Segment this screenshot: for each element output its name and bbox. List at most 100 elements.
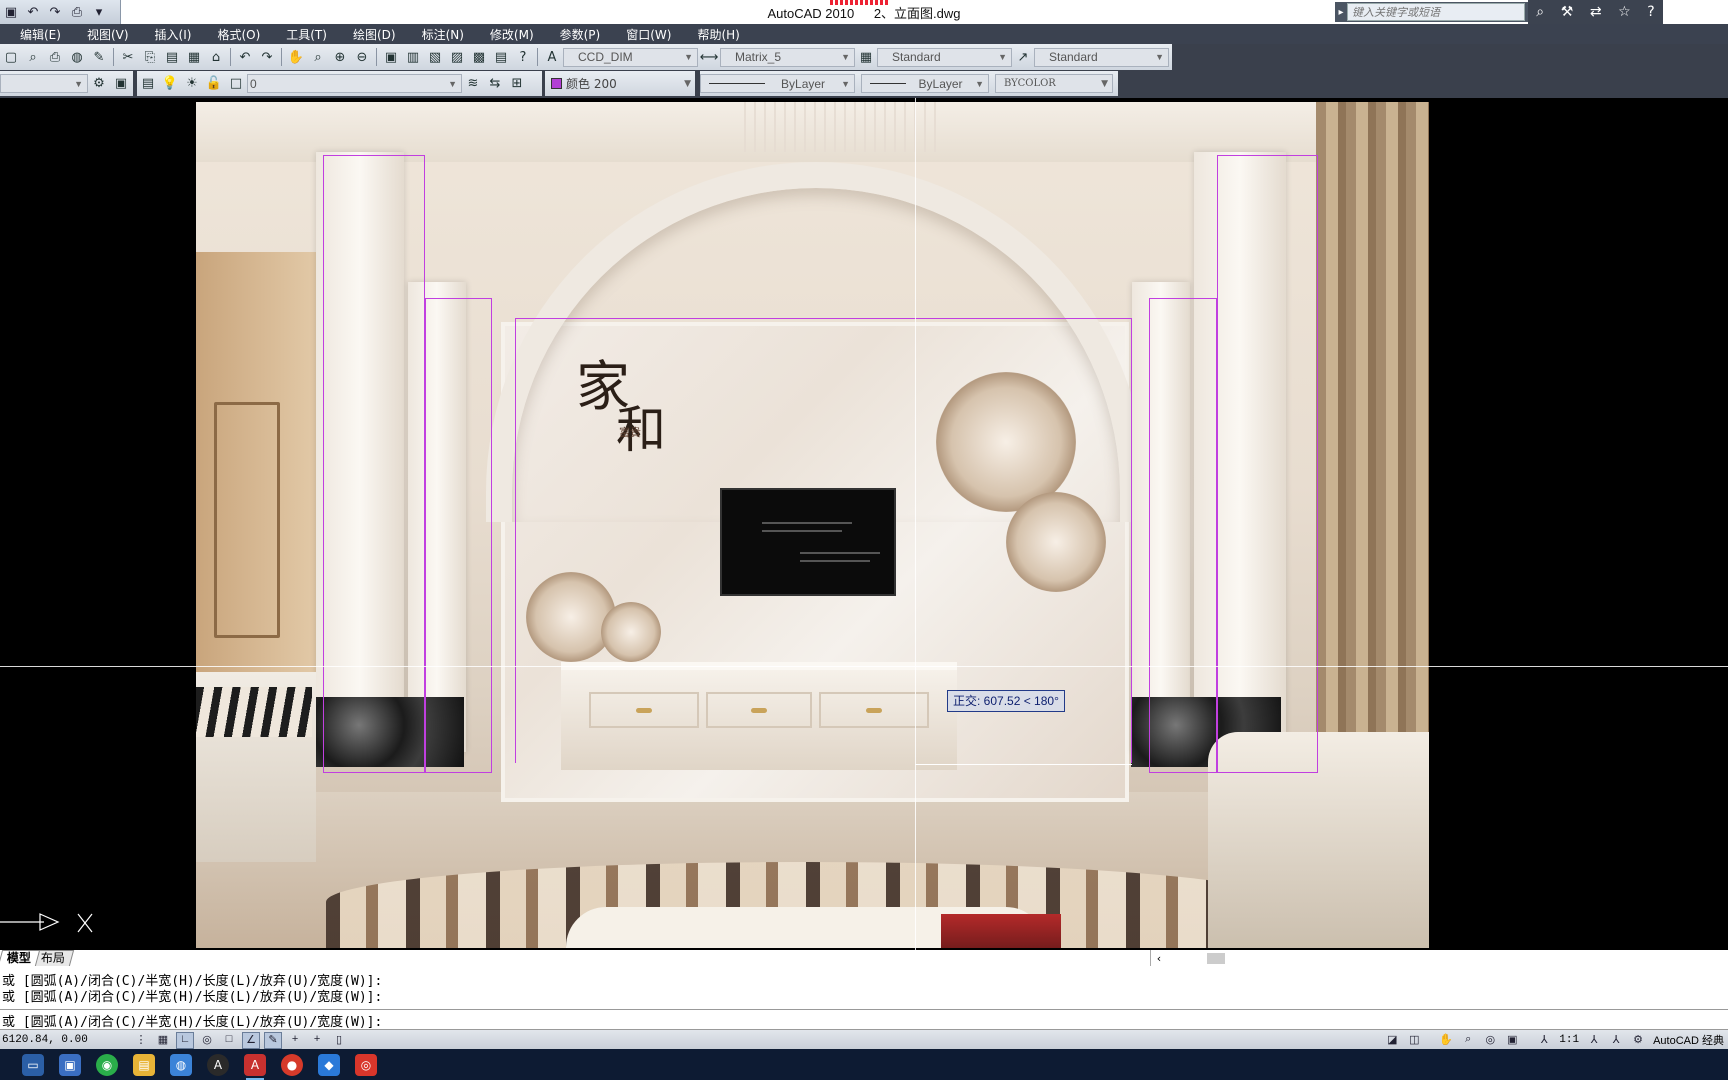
steering-wheel-icon[interactable]: ◎ [1481, 1032, 1499, 1049]
layer-state-icon[interactable]: ⊞ [508, 75, 526, 93]
matchprop-icon[interactable]: ▦ [185, 48, 203, 66]
workspace-switch[interactable]: AutoCAD 经典 [1653, 1032, 1724, 1048]
command-prompt[interactable]: 或 [圆弧(A)/闭合(C)/半宽(H)/长度(L)/放弃(U)/宽度(W)]: [2, 1011, 382, 1030]
polar-icon[interactable]: ◎ [198, 1032, 216, 1049]
undo-icon[interactable]: ↶ [236, 48, 254, 66]
publish-icon[interactable]: ◍ [68, 48, 86, 66]
workspace-settings-icon[interactable]: ▣ [112, 75, 130, 93]
multileader-style-select[interactable]: Standard ▼ [1034, 47, 1169, 67]
autocad-icon[interactable]: A [244, 1053, 266, 1080]
layer-manager-icon[interactable]: ▤ [139, 75, 157, 93]
print-icon[interactable]: ⎙ [68, 3, 86, 21]
workspace-select[interactable]: ▼ [0, 74, 88, 93]
osnap-icon[interactable]: □ [220, 1032, 238, 1049]
multileader-style-icon[interactable]: ↗ [1014, 48, 1032, 66]
otrack-icon[interactable]: ∠ [242, 1031, 260, 1049]
menu-dimension[interactable]: 标注(N) [422, 26, 464, 43]
menu-parametric[interactable]: 参数(P) [560, 26, 601, 43]
showmotion-icon[interactable]: ▣ [1503, 1032, 1521, 1049]
grid-icon[interactable]: ▦ [154, 1032, 172, 1049]
scroll-left-icon[interactable]: ‹ [1151, 952, 1167, 965]
star-icon[interactable]: ☆ [1618, 4, 1631, 20]
pan-icon[interactable]: ✋ [1437, 1032, 1455, 1049]
menu-insert[interactable]: 插入(I) [155, 26, 192, 43]
linetype-select[interactable]: ByLayer ▼ [700, 74, 855, 93]
calculator-icon[interactable]: ▤ [492, 48, 510, 66]
layer-previous-icon[interactable]: ⇆ [486, 75, 504, 93]
wrench-icon[interactable]: ⚒ [1561, 4, 1574, 20]
coordinate-readout[interactable]: 6120.84, 0.00 [0, 1034, 130, 1046]
horizontal-scrollbar[interactable]: ‹ [1150, 950, 1728, 966]
text-style-select[interactable]: CCD_DIM ▼ [563, 47, 698, 67]
help-icon[interactable]: ? [514, 48, 532, 66]
help-icon[interactable]: ? [1647, 4, 1654, 20]
plotstyle-select[interactable]: BYCOLOR ▼ [995, 74, 1113, 93]
redo-icon[interactable]: ↷ [46, 3, 64, 21]
new-icon[interactable]: ▢ [2, 48, 20, 66]
table-style-icon[interactable]: ▦ [857, 48, 875, 66]
zoom-icon[interactable]: ⌕ [1459, 1032, 1477, 1049]
annotation-visibility-icon[interactable]: ⅄ [1585, 1032, 1603, 1049]
annotation-scale[interactable]: 1:1 [1559, 1034, 1579, 1046]
app-c-icon[interactable]: ◎ [355, 1053, 377, 1076]
pan-icon[interactable]: ✋ [287, 48, 305, 66]
tool-palettes-icon[interactable]: ▧ [426, 48, 444, 66]
layout-icon[interactable]: ◫ [1405, 1032, 1423, 1049]
dropdown-icon[interactable]: ▾ [90, 3, 108, 21]
menu-view[interactable]: 视图(V) [87, 26, 129, 43]
zoom-realtime-icon[interactable]: ⌕ [309, 48, 327, 66]
search-expand-icon[interactable]: ▸ [1335, 7, 1347, 18]
menu-help[interactable]: 帮助(H) [697, 26, 739, 43]
dyn-icon[interactable]: + [286, 1032, 304, 1049]
binoculars-icon[interactable]: ⌕ [1536, 4, 1544, 20]
recorder-icon[interactable]: ● [281, 1053, 303, 1076]
table-style-select[interactable]: Standard ▼ [877, 47, 1012, 67]
dim-style-select[interactable]: Matrix_5 ▼ [720, 47, 855, 67]
color-control[interactable]: 颜色 200 ▼ [545, 71, 695, 96]
copy-icon[interactable]: ⎘ [141, 48, 159, 66]
cut-icon[interactable]: ✂ [119, 48, 137, 66]
dim-style-icon[interactable]: ⟷ [700, 48, 719, 66]
menu-window[interactable]: 窗口(W) [626, 26, 671, 43]
menu-edit[interactable]: 编辑(E) [20, 26, 61, 43]
lwt-icon[interactable]: + [308, 1032, 326, 1049]
snap-icon[interactable]: ⋮ [132, 1032, 150, 1049]
edit-icon[interactable]: ✎ [90, 48, 108, 66]
text-style-icon[interactable]: A [543, 48, 561, 66]
markup-icon[interactable]: ▩ [470, 48, 488, 66]
qp-icon[interactable]: ▯ [330, 1032, 348, 1049]
scroll-thumb[interactable] [1207, 952, 1225, 964]
model-space-icon[interactable]: ◪ [1383, 1032, 1401, 1049]
store-icon[interactable]: ▣ [59, 1053, 81, 1076]
gear-icon[interactable]: ⚙ [90, 75, 108, 93]
zoom-previous-icon[interactable]: ⊖ [353, 48, 371, 66]
app-b-icon[interactable]: ◆ [318, 1053, 340, 1076]
properties-icon[interactable]: ▣ [382, 48, 400, 66]
redo-icon[interactable]: ↷ [258, 48, 276, 66]
block-editor-icon[interactable]: ⌂ [207, 48, 225, 66]
make-current-icon[interactable]: ≋ [464, 75, 482, 93]
ortho-icon[interactable]: ∟ [176, 1031, 194, 1049]
exchange-icon[interactable]: ⇄ [1590, 4, 1602, 20]
tab-model[interactable]: 模型 [0, 950, 41, 966]
ducs-icon[interactable]: ✎ [264, 1031, 282, 1049]
paste-icon[interactable]: ▤ [163, 48, 181, 66]
save-icon[interactable]: ▣ [2, 3, 20, 21]
auto-scale-icon[interactable]: ⅄ [1607, 1032, 1625, 1049]
lineweight-select[interactable]: ByLayer ▼ [861, 74, 989, 93]
desktop-icon[interactable]: ▭ [22, 1053, 44, 1076]
layer-select[interactable]: 0 ▼ [247, 74, 462, 93]
plot-icon[interactable]: ⎙ [46, 48, 64, 66]
wechat-icon[interactable]: ◉ [96, 1053, 118, 1076]
design-center-icon[interactable]: ▥ [404, 48, 422, 66]
menu-modify[interactable]: 修改(M) [490, 26, 534, 43]
menu-draw[interactable]: 绘图(D) [353, 26, 396, 43]
browser-icon[interactable]: ◍ [170, 1053, 192, 1076]
gear-icon[interactable]: ⚙ [1629, 1032, 1647, 1049]
menu-tools[interactable]: 工具(T) [286, 26, 327, 43]
zoom-window-icon[interactable]: ⊕ [331, 48, 349, 66]
undo-icon[interactable]: ↶ [24, 3, 42, 21]
command-window[interactable]: 或 [圆弧(A)/闭合(C)/半宽(H)/长度(L)/放弃(U)/宽度(W)]:… [0, 966, 1728, 1030]
explorer-icon[interactable]: ▤ [133, 1053, 155, 1076]
search-input[interactable] [1347, 3, 1525, 21]
